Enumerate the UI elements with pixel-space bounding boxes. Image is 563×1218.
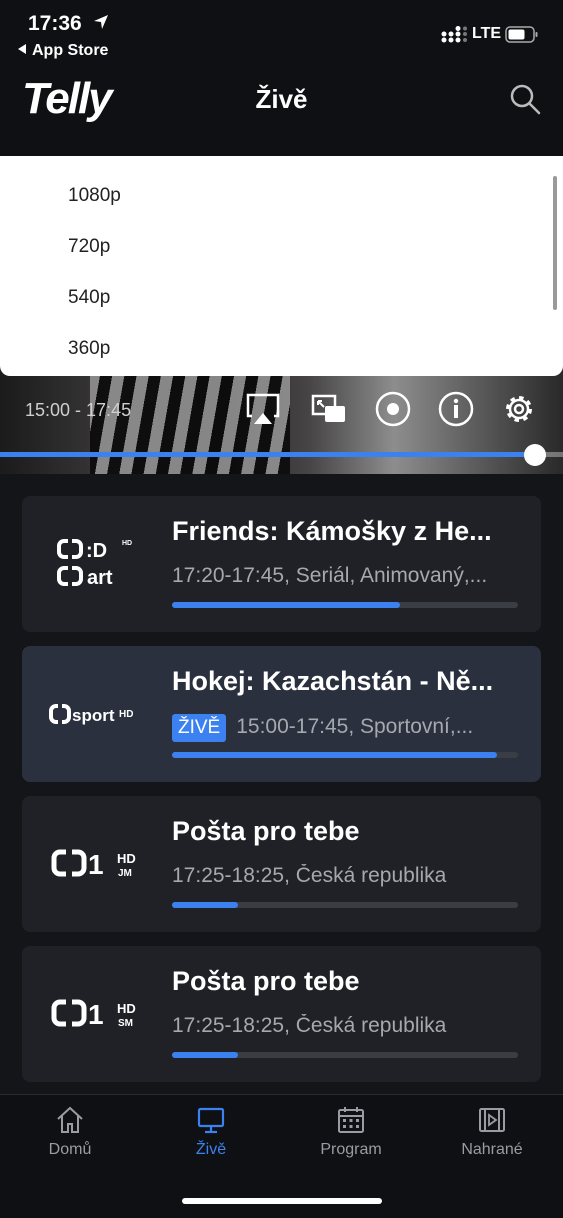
quality-option-720p[interactable]: 720p [68, 236, 110, 258]
tab-label: Nahrané [461, 1141, 523, 1158]
logo-region-sub: JM [118, 868, 132, 879]
program-title: Hokej: Kazachstán - Ně... [172, 666, 494, 696]
program-progress [172, 752, 518, 758]
info-icon[interactable] [437, 390, 475, 428]
logo-art-text: art [87, 567, 113, 589]
program-info-text: 15:00-17:45, Sportovní,... [236, 715, 474, 738]
status-time: 17:36 [28, 12, 82, 35]
app-header: Telly Živě [0, 64, 563, 156]
logo-1-text: 1 [88, 849, 104, 880]
network-type: LTE [472, 25, 502, 42]
settings-gear-icon[interactable] [500, 390, 538, 428]
tab-label: Program [320, 1141, 382, 1158]
ct1-sm-logo: 1 HD SM [51, 999, 136, 1030]
airplay-icon[interactable] [244, 390, 282, 428]
logo-region-sub: SM [118, 1018, 133, 1029]
tv-icon [197, 1107, 225, 1134]
playback-progress[interactable] [0, 444, 563, 466]
logo-1-text: 1 [88, 999, 104, 1030]
ct1-jm-logo: 1 HD JM [51, 849, 136, 880]
program-progress [172, 1052, 518, 1058]
program-info: 17:20-17:45, Seriál, Animovaný,... [172, 564, 488, 587]
signal-icon [441, 26, 467, 43]
back-arrow-icon [18, 44, 26, 54]
logo-sport-text: sport [72, 706, 115, 725]
search-icon[interactable] [508, 82, 542, 116]
channel-card[interactable]: 1 HD JM Pošta pro tebe 17:25-18:25, Česk… [22, 796, 541, 932]
tab-label: Domů [48, 1141, 92, 1158]
home-indicator[interactable] [182, 1198, 382, 1204]
film-icon [479, 1108, 505, 1132]
logo-hd-sup: HD [122, 540, 132, 547]
quality-menu: 1080p 720p 540p 360p [0, 156, 563, 376]
program-info: ŽIVĚ 15:00-17:45, Sportovní,... [172, 714, 518, 742]
program-progress [172, 602, 518, 608]
menu-scrollbar[interactable] [553, 176, 557, 310]
picture-in-picture-icon[interactable] [310, 390, 348, 428]
quality-option-540p[interactable]: 540p [68, 287, 110, 309]
status-bar: 17:36 App Store LTE [0, 0, 563, 64]
logo-hd-sup: HD [117, 851, 136, 866]
channel-card[interactable]: :D HD art Friends: Kámošky z He... 17:20… [22, 496, 541, 632]
program-title: Pošta pro tebe [172, 816, 360, 846]
quality-option-360p[interactable]: 360p [68, 338, 110, 360]
program-progress-fill [172, 1052, 238, 1058]
ct-sport-logo: sport HD [49, 704, 133, 725]
tab-home[interactable]: Domů [0, 1105, 140, 1159]
playback-progress-fill [0, 452, 535, 457]
page-title: Živě [255, 84, 308, 114]
playback-scrubber[interactable] [523, 444, 546, 466]
channel-card[interactable]: 1 HD SM Pošta pro tebe 17:25-18:25, Česk… [22, 946, 541, 1082]
program-progress-fill [172, 902, 238, 908]
record-icon[interactable] [374, 390, 412, 428]
program-title: Friends: Kámošky z He... [172, 516, 492, 546]
logo-hd-sup: HD [119, 709, 133, 720]
program-progress-fill [172, 752, 498, 758]
program-progress-fill [172, 602, 401, 608]
calendar-icon [338, 1107, 364, 1133]
program-info: 17:25-18:25, Česká republika [172, 1014, 447, 1037]
quality-option-1080p[interactable]: 1080p [68, 185, 121, 207]
broadcast-time-range: 15:00 - 17:45 [25, 400, 132, 420]
location-arrow-icon [94, 15, 108, 29]
live-badge: ŽIVĚ [172, 714, 227, 742]
channel-card[interactable]: sport HD Hokej: Kazachstán - Ně... ŽIVĚ 1… [22, 646, 541, 782]
logo-hd-sup: HD [117, 1001, 136, 1016]
program-progress [172, 902, 518, 908]
back-app-label: App Store [32, 42, 109, 59]
tab-recorded[interactable]: Nahrané [422, 1105, 562, 1159]
home-icon [57, 1106, 83, 1133]
logo-d-text: :D [86, 540, 107, 562]
tab-program[interactable]: Program [281, 1105, 421, 1159]
tab-label: Živě [195, 1141, 227, 1158]
program-title: Pošta pro tebe [172, 966, 360, 996]
battery-icon [505, 26, 538, 43]
ct-d-art-logo: :D HD art [57, 539, 132, 589]
back-to-app-store[interactable]: App Store [18, 42, 108, 60]
program-info: 17:25-18:25, Česká republika [172, 864, 447, 887]
tab-live[interactable]: Živě [141, 1105, 281, 1159]
